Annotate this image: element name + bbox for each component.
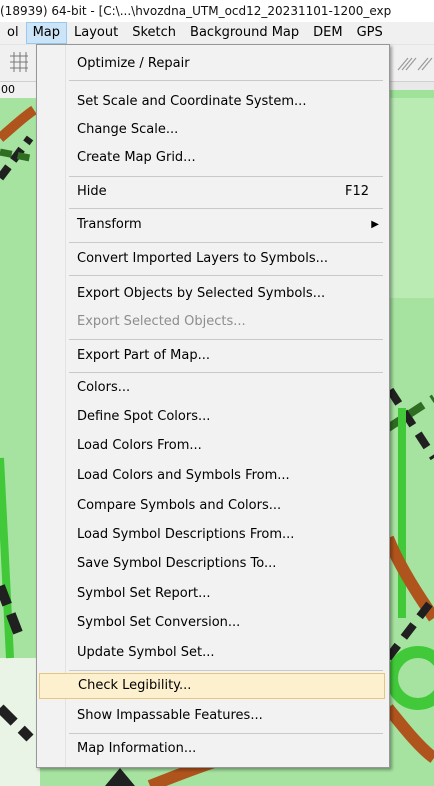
menu-background-map[interactable]: Background Map xyxy=(183,22,306,44)
menu-item-transform[interactable]: Transform ▶ xyxy=(39,212,385,238)
menu-map[interactable]: Map xyxy=(25,22,68,44)
triangle-right-icon: ▶ xyxy=(371,219,379,230)
menu-bar: ol Map Layout Sketch Background Map DEM … xyxy=(0,22,434,45)
menu-separator xyxy=(69,242,383,243)
menu-item-label: Change Scale... xyxy=(77,122,179,137)
menu-item-define-spot-colors[interactable]: Define Spot Colors... xyxy=(39,404,385,430)
menu-separator xyxy=(69,275,383,276)
menu-item-label: Transform xyxy=(77,217,142,232)
menu-item-label: Show Impassable Features... xyxy=(77,708,263,723)
menu-item-label: Symbol Set Report... xyxy=(77,586,211,601)
menu-separator xyxy=(69,176,383,177)
menu-item-check-legibility[interactable]: Check Legibility... xyxy=(39,673,385,699)
menu-layout[interactable]: Layout xyxy=(67,22,125,44)
menu-separator xyxy=(69,80,383,81)
menu-item-label: Define Spot Colors... xyxy=(77,409,211,424)
menu-item-create-map-grid[interactable]: Create Map Grid... xyxy=(39,145,385,171)
menu-item-hide[interactable]: Hide F12 xyxy=(39,179,385,205)
menu-item-label: Hide xyxy=(77,184,107,199)
menu-item-export-objects-by-symbols[interactable]: Export Objects by Selected Symbols... xyxy=(39,281,385,307)
grid-tool-icon[interactable] xyxy=(4,48,34,78)
menu-item-export-part-of-map[interactable]: Export Part of Map... xyxy=(39,343,385,369)
menu-item-save-symbol-descriptions[interactable]: Save Symbol Descriptions To... xyxy=(39,551,385,577)
menu-item-optimize-repair[interactable]: Optimize / Repair xyxy=(39,51,385,77)
menu-item-update-symbol-set[interactable]: Update Symbol Set... xyxy=(39,640,385,666)
menu-item-label: Load Colors and Symbols From... xyxy=(77,468,290,483)
menu-item-label: Export Selected Objects... xyxy=(77,314,246,329)
menu-item-show-impassable-features[interactable]: Show Impassable Features... xyxy=(39,703,385,729)
menu-item-set-scale[interactable]: Set Scale and Coordinate System... xyxy=(39,89,385,115)
menu-separator xyxy=(69,372,383,373)
menu-item-label: Set Scale and Coordinate System... xyxy=(77,94,307,109)
menu-item-label: Export Part of Map... xyxy=(77,348,210,363)
hatch-tool-icon[interactable] xyxy=(394,48,434,78)
menu-item-load-colors-and-symbols[interactable]: Load Colors and Symbols From... xyxy=(39,463,385,489)
menu-item-load-colors-from[interactable]: Load Colors From... xyxy=(39,433,385,459)
menu-sketch[interactable]: Sketch xyxy=(125,22,183,44)
menu-item-compare-symbols-colors[interactable]: Compare Symbols and Colors... xyxy=(39,493,385,519)
menu-item-convert-imported-layers[interactable]: Convert Imported Layers to Symbols... xyxy=(39,246,385,272)
menu-item-label: Symbol Set Conversion... xyxy=(77,615,241,630)
menu-item-label: Compare Symbols and Colors... xyxy=(77,498,282,513)
menu-item-change-scale[interactable]: Change Scale... xyxy=(39,117,385,143)
menu-item-symbol-set-report[interactable]: Symbol Set Report... xyxy=(39,581,385,607)
menu-item-label: Map Information... xyxy=(77,741,197,756)
shortcut-label: F12 xyxy=(344,184,369,199)
menu-gps[interactable]: GPS xyxy=(350,22,390,44)
menu-item-label: Optimize / Repair xyxy=(77,56,190,71)
menu-separator xyxy=(69,733,383,734)
menu-separator xyxy=(69,208,383,209)
menu-item-label: Update Symbol Set... xyxy=(77,645,215,660)
menu-item-label: Convert Imported Layers to Symbols... xyxy=(77,251,328,266)
menu-item-map-information[interactable]: Map Information... xyxy=(39,736,385,762)
menu-item-symbol-set-conversion[interactable]: Symbol Set Conversion... xyxy=(39,610,385,636)
menu-item-label: Colors... xyxy=(77,380,131,395)
menu-tool[interactable]: ol xyxy=(0,22,26,44)
menu-item-label: Load Colors From... xyxy=(77,438,202,453)
menu-item-colors[interactable]: Colors... xyxy=(39,375,385,401)
menu-item-label: Load Symbol Descriptions From... xyxy=(77,527,295,542)
menu-item-label: Export Objects by Selected Symbols... xyxy=(77,286,326,301)
window-title: (18939) 64-bit - [C:\...\hvozdna_UTM_ocd… xyxy=(0,0,434,22)
menu-item-label: Create Map Grid... xyxy=(77,150,196,165)
map-menu-dropdown: Optimize / Repair Set Scale and Coordina… xyxy=(36,44,390,768)
menu-separator xyxy=(69,670,383,671)
menu-item-label: Check Legibility... xyxy=(78,678,192,693)
menu-dem[interactable]: DEM xyxy=(306,22,349,44)
menu-item-load-symbol-descriptions[interactable]: Load Symbol Descriptions From... xyxy=(39,522,385,548)
menu-item-export-selected-objects: Export Selected Objects... xyxy=(39,309,385,335)
menu-item-label: Save Symbol Descriptions To... xyxy=(77,556,277,571)
menu-separator xyxy=(69,339,383,340)
ruler-label: 00 xyxy=(0,82,37,98)
